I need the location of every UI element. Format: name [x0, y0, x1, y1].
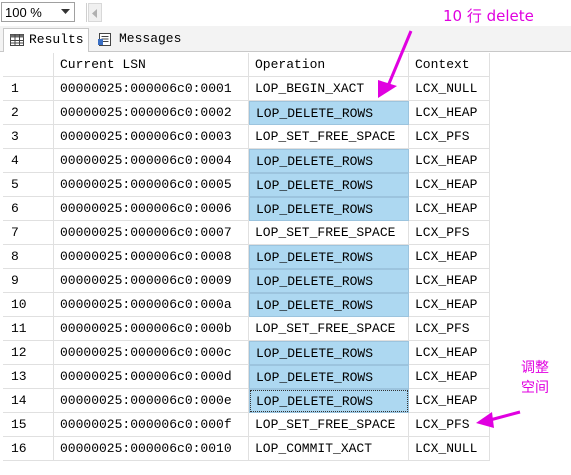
annotation-arrows: [378, 30, 521, 428]
arrow-icon: [378, 30, 413, 98]
arrow-icon: [476, 410, 521, 428]
